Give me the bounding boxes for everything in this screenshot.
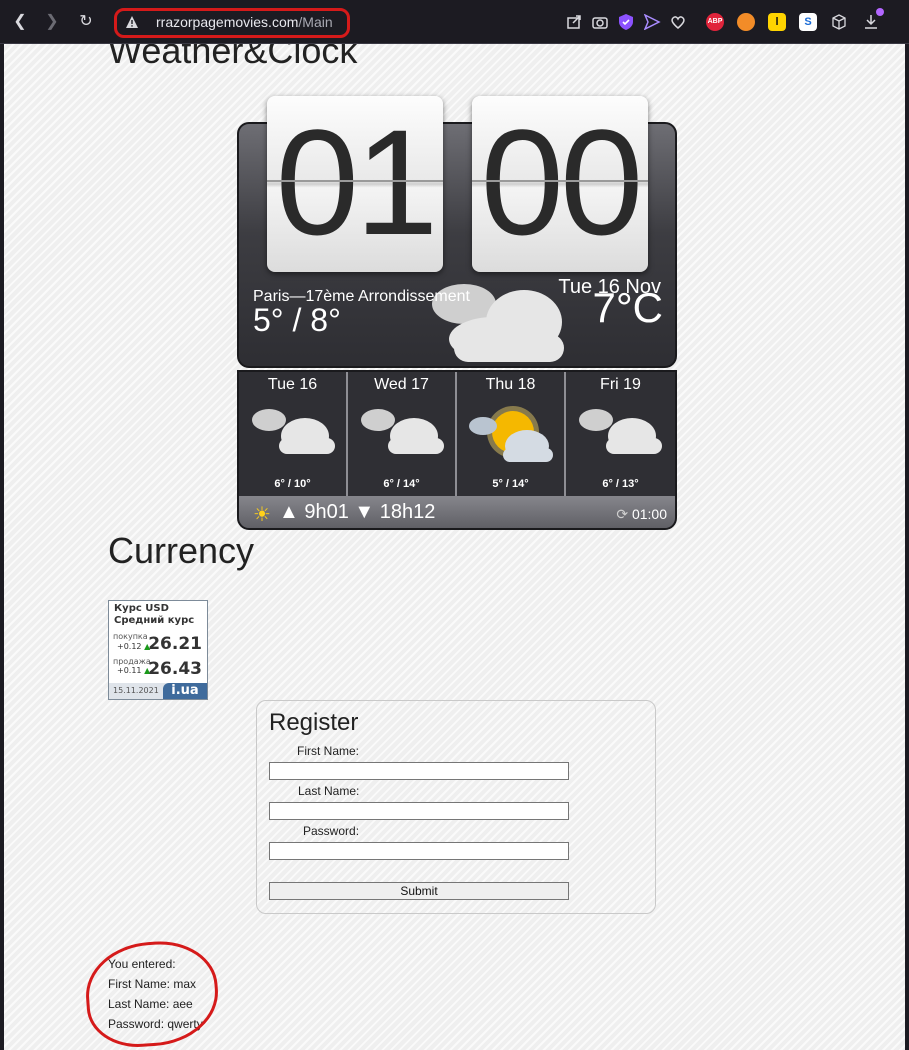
- clock-widget: 01 00 Paris—17ème Arrondissement 5° / 8°…: [237, 96, 677, 368]
- forecast-day-name: Tue 16: [267, 376, 318, 393]
- forecast-range: 6° / 14°: [383, 478, 420, 490]
- notification-dot: [876, 8, 884, 16]
- download-icon[interactable]: [862, 13, 880, 31]
- buy-value: 26.21: [148, 634, 202, 654]
- abp-icon[interactable]: ABP: [706, 13, 724, 31]
- sun-icon: ☀: [253, 504, 271, 526]
- refresh-time[interactable]: ⟳ 01:00: [616, 506, 667, 523]
- forward-icon[interactable]: ❯: [42, 12, 62, 32]
- camera-icon[interactable]: [591, 13, 609, 31]
- password-input[interactable]: [269, 842, 569, 860]
- buy-change: +0.12 ▲: [117, 642, 151, 651]
- currency-date: 15.11.2021: [113, 686, 159, 695]
- minute-digits: 00: [480, 98, 644, 266]
- last-name-label: Last Name:: [298, 784, 360, 798]
- buy-label: покупка: [113, 632, 148, 641]
- forecast-day-name: Fri 19: [600, 376, 641, 393]
- sunrise-sunset-bar: ☀ ▲ 9h01 ▼ 18h12 ⟳ 01:00: [239, 496, 675, 528]
- page-content: Weather&Clock 01 00 Paris—17ème Arrondis…: [4, 44, 905, 1050]
- password-label: Password:: [303, 824, 360, 838]
- first-name-input[interactable]: [269, 762, 569, 780]
- cube-icon[interactable]: [830, 13, 848, 31]
- hour-digits: 01: [275, 98, 439, 266]
- forecast-range: 6° / 10°: [274, 478, 311, 490]
- currency-subtitle: Средний курс: [114, 615, 195, 626]
- forecast-day: Tue 16 6° / 10°: [239, 372, 348, 496]
- forecast-panel: Tue 16 6° / 10° Wed 17 6° / 14° Thu 18 5…: [237, 370, 677, 530]
- submit-button[interactable]: Submit: [269, 882, 569, 900]
- sell-value: 26.43: [148, 659, 202, 679]
- browser-toolbar: ❮ ❯ ↻ rrazorpagemovies.com/Main ABP l S: [0, 0, 909, 44]
- cloud-icon: [252, 409, 335, 454]
- currency-heading: Currency: [108, 530, 255, 571]
- currency-footer: 15.11.2021 i.ua: [109, 683, 207, 699]
- cloud-icon: [361, 409, 444, 454]
- minute-flip: 00: [472, 96, 648, 272]
- forecast-day-name: Thu 18: [485, 376, 536, 393]
- currency-title: Курс USD: [114, 603, 169, 614]
- shield-icon[interactable]: [617, 13, 635, 31]
- l-icon[interactable]: l: [768, 13, 786, 31]
- current-temp: 7°C: [592, 284, 664, 331]
- first-name-label: First Name:: [297, 744, 360, 758]
- forecast-day: Wed 17 6° / 14°: [348, 372, 457, 496]
- sun-times: ▲ 9h01 ▼ 18h12: [279, 501, 436, 523]
- heart-icon[interactable]: [669, 13, 687, 31]
- refresh-icon: ⟳: [616, 506, 629, 522]
- last-name-input[interactable]: [269, 802, 569, 820]
- url-highlight-circle: [114, 8, 350, 38]
- share-icon[interactable]: [565, 13, 583, 31]
- sell-label: продажа: [113, 657, 151, 666]
- sell-change: +0.11 ▲: [117, 666, 151, 675]
- currency-widget[interactable]: Курс USD Средний курс покупка +0.12 ▲ 26…: [108, 600, 208, 700]
- register-title: Register: [269, 709, 359, 736]
- weather-heading: Weather&Clock: [108, 44, 358, 71]
- sun-cloud-icon: [469, 406, 553, 462]
- iua-logo[interactable]: i.ua: [163, 683, 207, 699]
- forecast-day: Fri 19 6° / 13°: [566, 372, 675, 496]
- forecast-range: 5° / 14°: [492, 478, 529, 490]
- register-form: Register First Name: Last Name: Password…: [256, 700, 656, 914]
- min-max-temp: 5° / 8°: [253, 302, 341, 338]
- forecast-range: 6° / 13°: [602, 478, 639, 490]
- forecast-day: Thu 18 5° / 14°: [457, 372, 566, 496]
- extension-icon[interactable]: [737, 13, 755, 31]
- reload-icon[interactable]: ↻: [76, 12, 96, 32]
- updated-time: 01:00: [631, 506, 667, 522]
- back-icon[interactable]: ❮: [10, 12, 30, 32]
- forecast-day-name: Wed 17: [374, 376, 429, 393]
- hour-flip: 01: [267, 96, 443, 272]
- cloud-icon: [579, 409, 662, 454]
- send-icon[interactable]: [643, 13, 661, 31]
- s-icon[interactable]: S: [799, 13, 817, 31]
